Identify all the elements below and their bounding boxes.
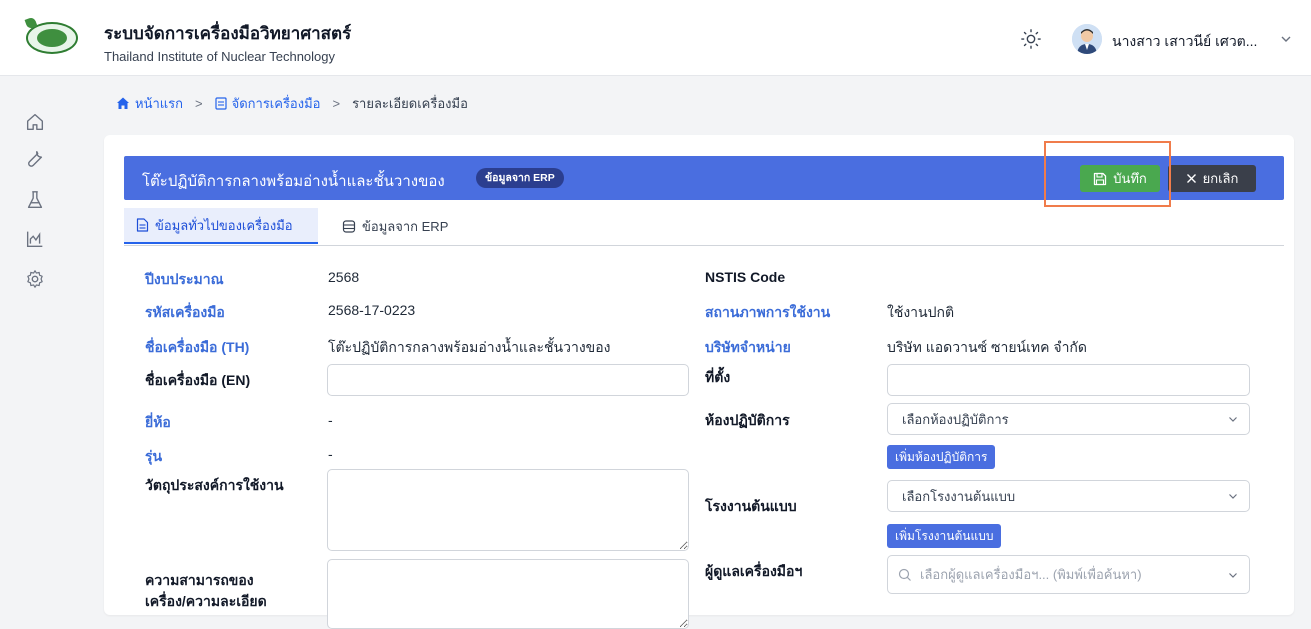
document-icon xyxy=(136,218,149,232)
usage-status-value: ใช้งานปกติ xyxy=(887,304,955,320)
name-th-label: ชื่อเครื่องมือ (TH) xyxy=(145,339,250,355)
flask-icon[interactable] xyxy=(24,189,46,211)
sidebar xyxy=(0,76,70,602)
location-input[interactable] xyxy=(887,364,1250,396)
breadcrumb-home-label: หน้าแรก xyxy=(135,95,183,111)
tab-general-info[interactable]: ข้อมูลทั่วไปของเครื่องมือ xyxy=(124,208,318,244)
breadcrumb-home[interactable]: หน้าแรก xyxy=(116,93,183,114)
tab-erp-label: ข้อมูลจาก ERP xyxy=(362,218,449,234)
capability-textarea[interactable] xyxy=(327,559,689,629)
caretaker-select-placeholder: เลือกผู้ดูแลเครื่องมือฯ... (พิมพ์เพื่อค้… xyxy=(920,567,1142,582)
breadcrumb-separator: > xyxy=(332,95,341,111)
home-icon[interactable] xyxy=(24,111,46,133)
save-button-label: บันทึก xyxy=(1113,171,1147,186)
card-title: โต๊ะปฏิบัติการกลางพร้อมอ่างน้ำและชั้นวาง… xyxy=(142,173,445,190)
brand-value: - xyxy=(328,412,333,428)
breadcrumb-manage[interactable]: จัดการเครื่องมือ xyxy=(214,93,321,114)
theme-sun-icon[interactable] xyxy=(1020,28,1042,50)
erp-badge: ข้อมูลจาก ERP xyxy=(476,168,564,188)
breadcrumb-manage-label: จัดการเครื่องมือ xyxy=(231,95,321,111)
tint-logo xyxy=(24,16,78,54)
tool-detail-card: โต๊ะปฏิบัติการกลางพร้อมอ่างน้ำและชั้นวาง… xyxy=(104,135,1294,629)
prototype-factory-select[interactable]: เลือกโรงงานต้นแบบ xyxy=(887,480,1250,512)
wrench-icon[interactable] xyxy=(24,148,46,170)
user-avatar[interactable] xyxy=(1072,24,1102,54)
floppy-disk-icon xyxy=(1094,172,1107,185)
chevron-down-icon xyxy=(1229,573,1237,578)
save-button[interactable]: บันทึก xyxy=(1080,165,1160,192)
cancel-button-label: ยกเลิก xyxy=(1202,171,1239,186)
model-label: รุ่น xyxy=(145,448,163,464)
laboratory-select-value: เลือกห้องปฏิบัติการ xyxy=(902,411,1009,427)
close-icon xyxy=(1186,174,1196,183)
add-laboratory-button[interactable]: เพิ่มห้องปฏิบัติการ xyxy=(887,445,996,469)
name-en-label: ชื่อเครื่องมือ (EN) xyxy=(145,372,251,388)
tool-code-label: รหัสเครื่องมือ xyxy=(145,304,225,320)
brand-label: ยี่ห้อ xyxy=(145,414,171,430)
chart-icon[interactable] xyxy=(24,228,46,250)
app-subtitle: Thailand Institute of Nuclear Technology xyxy=(104,49,336,64)
budget-year-value: 2568 xyxy=(328,269,360,285)
search-icon xyxy=(898,568,911,581)
vendor-label: บริษัทจำหน่าย xyxy=(705,339,791,355)
document-icon xyxy=(214,96,227,110)
chevron-down-icon xyxy=(1229,494,1237,499)
card-header: โต๊ะปฏิบัติการกลางพร้อมอ่างน้ำและชั้นวาง… xyxy=(124,156,1284,200)
cancel-button[interactable]: ยกเลิก xyxy=(1168,165,1256,192)
nstis-code-label: NSTIS Code xyxy=(705,269,786,285)
settings-icon[interactable] xyxy=(24,268,46,290)
usage-status-label: สถานภาพการใช้งาน xyxy=(705,304,831,320)
prototype-factory-select-value: เลือกโรงงานต้นแบบ xyxy=(902,488,1016,504)
tab-erp[interactable]: ข้อมูลจาก ERP xyxy=(330,208,470,244)
name-th-value: โต๊ะปฏิบัติการกลางพร้อมอ่างน้ำและชั้นวาง… xyxy=(328,339,611,355)
capability-label-line2: เครื่อง/ความละเอียด xyxy=(145,593,267,609)
model-value: - xyxy=(328,446,333,462)
chevron-down-icon xyxy=(1229,417,1237,422)
purpose-label: วัตถุประสงค์การใช้งาน xyxy=(145,477,284,493)
laboratory-select[interactable]: เลือกห้องปฏิบัติการ xyxy=(887,403,1250,435)
caretaker-select[interactable]: เลือกผู้ดูแลเครื่องมือฯ... (พิมพ์เพื่อค้… xyxy=(887,555,1250,594)
location-label: ที่ตั้ง xyxy=(705,369,731,385)
purpose-textarea[interactable] xyxy=(327,469,689,551)
name-en-input[interactable] xyxy=(327,364,689,396)
tab-general-info-label: ข้อมูลทั่วไปของเครื่องมือ xyxy=(155,217,293,233)
app-title: ระบบจัดการเครื่องมือวิทยาศาสตร์ xyxy=(104,24,352,43)
vendor-value: บริษัท แอดวานซ์ ซายน์เทค จำกัด xyxy=(887,339,1087,355)
add-prototype-factory-button[interactable]: เพิ่มโรงงานต้นแบบ xyxy=(887,524,1002,548)
budget-year-label: ปีงบประมาณ xyxy=(145,271,224,287)
breadcrumb-separator: > xyxy=(195,95,203,111)
caretaker-label: ผู้ดูแลเครื่องมือฯ xyxy=(705,563,803,579)
breadcrumb: หน้าแรก > จัดการเครื่องมือ > รายละเอียดเ… xyxy=(116,93,468,113)
breadcrumb-current: รายละเอียดเครื่องมือ xyxy=(352,95,468,111)
database-icon xyxy=(342,219,356,233)
top-bar: ระบบจัดการเครื่องมือวิทยาศาสตร์ Thailand… xyxy=(0,0,1311,76)
laboratory-label: ห้องปฏิบัติการ xyxy=(705,412,790,428)
prototype-factory-label: โรงงานต้นแบบ xyxy=(705,498,797,514)
user-name[interactable]: นางสาว เสาวนีย์ เศวต... xyxy=(1112,31,1262,53)
home-icon xyxy=(117,97,129,109)
capability-label-line1: ความสามารถของ xyxy=(145,572,254,588)
tool-code-value: 2568-17-0223 xyxy=(328,302,416,318)
tab-bar: ข้อมูลทั่วไปของเครื่องมือ ข้อมูลจาก ERP xyxy=(124,208,1284,246)
chevron-down-icon[interactable] xyxy=(1279,32,1293,46)
